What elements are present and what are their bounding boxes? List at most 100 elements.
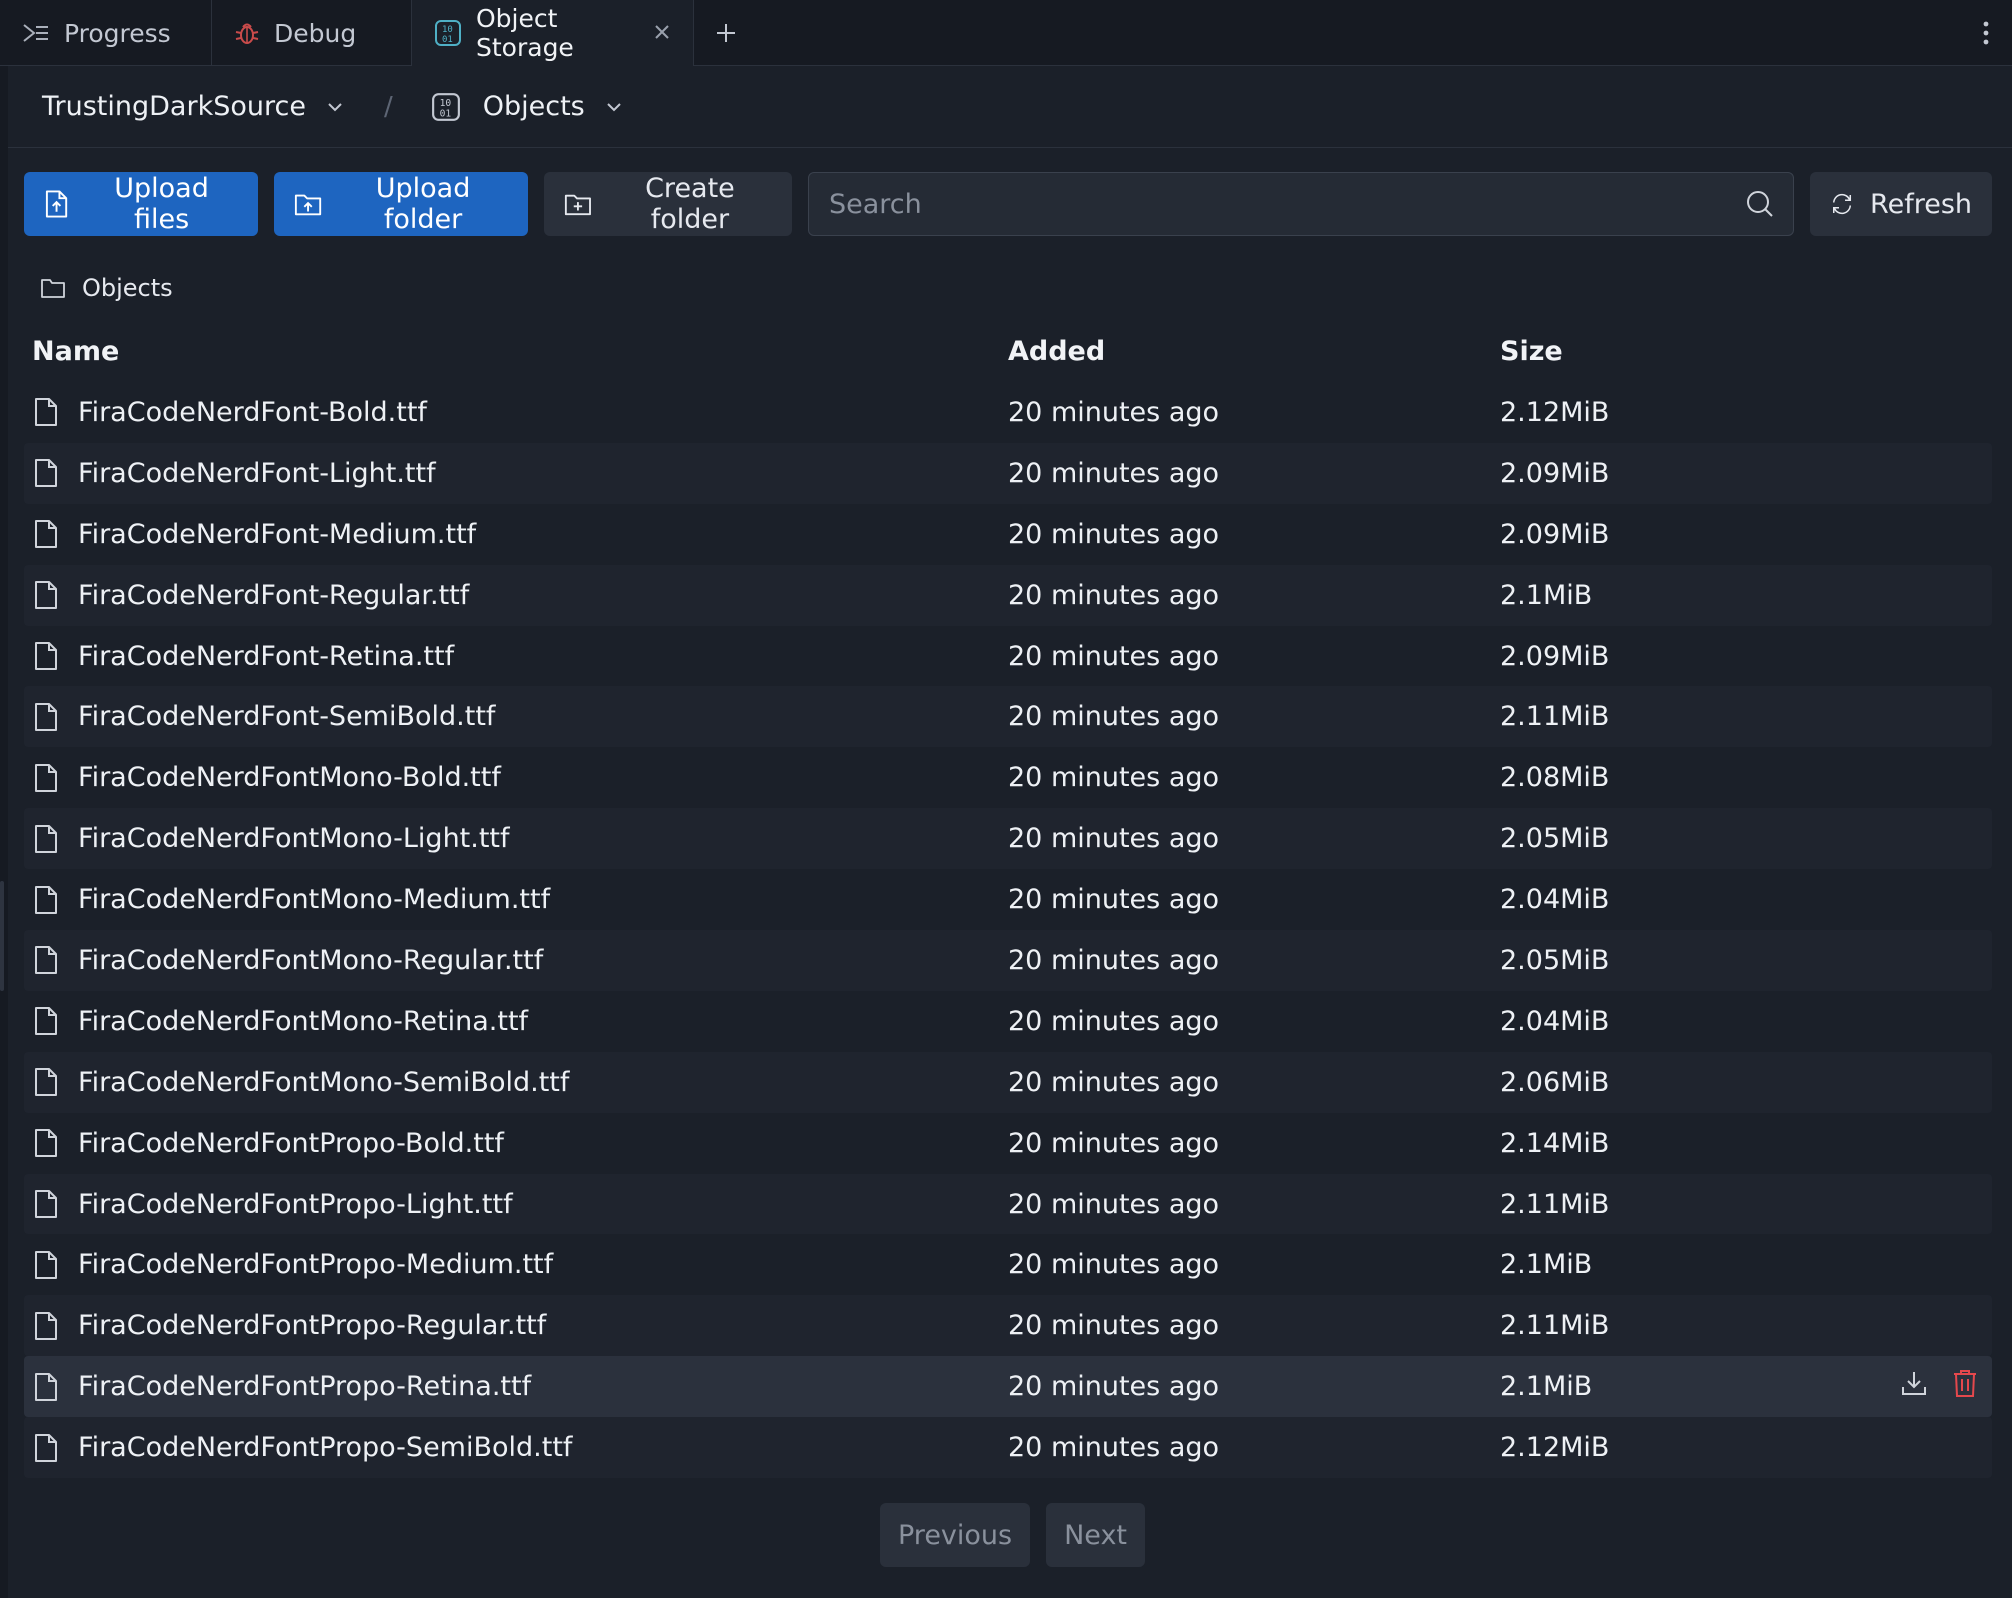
column-header-name[interactable]: Name — [24, 336, 1008, 367]
added-cell: 20 minutes ago — [1008, 518, 1220, 550]
more-menu-button[interactable] — [1960, 0, 2012, 65]
added-cell: 20 minutes ago — [1008, 1371, 1220, 1403]
file-name-cell: FiraCodeNerdFontMono-SemiBold.ttf — [24, 1067, 1008, 1098]
added-cell: 20 minutes ago — [1008, 1249, 1220, 1281]
size-cell: 2.09MiB — [1500, 518, 1610, 550]
table-row[interactable]: FiraCodeNerdFontMono-Retina.ttf 20 minute… — [24, 991, 1992, 1052]
file-upload-icon — [45, 190, 68, 218]
file-name-cell: FiraCodeNerdFont-Regular.ttf — [24, 580, 1008, 611]
file-name-cell: FiraCodeNerdFont-SemiBold.ttf — [24, 701, 1008, 732]
tab-label: Progress — [64, 18, 171, 48]
download-button[interactable] — [1900, 1369, 1928, 1404]
file-icon — [35, 1433, 57, 1462]
file-name-cell: FiraCodeNerdFont-Retina.ttf — [24, 641, 1008, 672]
upload-folder-button[interactable]: Upload folder — [274, 172, 528, 236]
resize-handle[interactable] — [0, 881, 4, 991]
table-row[interactable]: FiraCodeNerdFontMono-Medium.ttf 20 minute… — [24, 869, 1992, 930]
tab-bar: Progress Debug 10 01 Object Storage — [0, 0, 2012, 66]
table-body: FiraCodeNerdFont-Bold.ttf 20 minutes ago 2… — [24, 382, 1992, 1479]
search-icon[interactable] — [1745, 189, 1775, 219]
section-selector[interactable]: 10 01 Objects — [431, 91, 623, 122]
upload-folder-label: Upload folder — [375, 173, 471, 235]
table-row[interactable]: FiraCodeNerdFontPropo-Light.ttf 20 minute… — [24, 1173, 1992, 1235]
folder-plus-icon — [564, 194, 591, 216]
added-cell: 20 minutes ago — [1008, 1432, 1220, 1464]
tab-label: Object Storage — [476, 4, 574, 62]
added-cell: 20 minutes ago — [1008, 1127, 1220, 1159]
create-folder-button[interactable]: Create folder — [544, 172, 792, 236]
file-name: FiraCodeNerdFont-SemiBold.ttf — [78, 701, 496, 733]
file-icon — [35, 398, 57, 427]
file-icon — [35, 824, 57, 853]
tab-object-storage[interactable]: 10 01 Object Storage — [412, 0, 694, 66]
trash-icon[interactable] — [1952, 1368, 1978, 1398]
folder-upload-icon — [294, 194, 322, 216]
file-icon — [35, 642, 57, 670]
search-field[interactable] — [808, 172, 1794, 236]
size-cell: 2.04MiB — [1500, 1005, 1610, 1037]
previous-page-button[interactable]: Previous — [880, 1503, 1031, 1567]
column-header-size[interactable]: Size — [1500, 336, 1860, 367]
file-name-cell: FiraCodeNerdFontMono-Light.ttf — [24, 823, 1008, 854]
column-header-added[interactable]: Added — [1008, 336, 1500, 367]
file-name: FiraCodeNerdFontMono-SemiBold.ttf — [78, 1066, 570, 1098]
file-icon — [35, 702, 57, 731]
svg-text:10: 10 — [439, 97, 451, 108]
table-row[interactable]: FiraCodeNerdFontPropo-Retina.ttf 20 minut… — [24, 1356, 1992, 1418]
file-icon — [35, 1129, 57, 1158]
plus-icon — [717, 23, 735, 42]
added-cell: 20 minutes ago — [1008, 944, 1220, 976]
table-row[interactable]: FiraCodeNerdFontPropo-Regular.ttf 20 minu… — [24, 1295, 1992, 1357]
file-icon — [35, 1311, 57, 1340]
file-name-cell: FiraCodeNerdFontPropo-Regular.ttf — [24, 1310, 1008, 1341]
download-icon[interactable] — [1900, 1369, 1928, 1397]
size-cell: 2.14MiB — [1500, 1127, 1610, 1159]
table-row[interactable]: FiraCodeNerdFontMono-SemiBold.ttf 20 minu… — [24, 1051, 1992, 1113]
added-cell: 20 minutes ago — [1008, 823, 1220, 855]
table-row[interactable]: FiraCodeNerdFont-Medium.ttf 20 minutes ag… — [24, 504, 1992, 565]
next-page-button[interactable]: Next — [1046, 1503, 1146, 1567]
terminal-icon — [23, 24, 48, 42]
table-row[interactable]: FiraCodeNerdFont-Retina.ttf 20 minutes ag… — [24, 626, 1992, 687]
project-selector[interactable]: TrustingDarkSource — [42, 91, 344, 122]
refresh-icon — [1833, 193, 1852, 215]
file-icon — [35, 1372, 57, 1401]
close-icon[interactable] — [653, 20, 671, 46]
table-row[interactable]: FiraCodeNerdFont-Bold.ttf 20 minutes ago 2… — [24, 382, 1992, 443]
search-input[interactable] — [827, 187, 1745, 221]
table-row[interactable]: FiraCodeNerdFontMono-Bold.ttf 20 minutes … — [24, 747, 1992, 808]
file-name: FiraCodeNerdFontPropo-Retina.ttf — [78, 1371, 532, 1403]
create-folder-label: Create folder — [645, 173, 735, 235]
refresh-button[interactable]: Refresh — [1810, 172, 1992, 236]
added-cell: 20 minutes ago — [1008, 762, 1220, 794]
tab-progress[interactable]: Progress — [0, 0, 212, 66]
file-name-cell: FiraCodeNerdFontPropo-Medium.ttf — [24, 1249, 1008, 1280]
added-cell: 20 minutes ago — [1008, 1188, 1220, 1220]
chevron-down-icon — [328, 102, 342, 111]
file-icon — [35, 885, 57, 914]
file-name: FiraCodeNerdFontPropo-Medium.ttf — [78, 1249, 554, 1281]
add-tab-button[interactable] — [694, 0, 758, 65]
delete-button[interactable] — [1952, 1368, 1978, 1405]
folder-icon — [41, 279, 65, 298]
table-row[interactable]: FiraCodeNerdFontPropo-Bold.ttf 20 minutes… — [24, 1113, 1992, 1174]
file-name: FiraCodeNerdFontPropo-Regular.ttf — [78, 1310, 547, 1342]
table-row[interactable]: FiraCodeNerdFont-SemiBold.ttf 20 minutes … — [24, 686, 1992, 748]
pagination: Previous Next — [880, 1503, 1146, 1567]
table-row[interactable]: FiraCodeNerdFont-Light.ttf 20 minutes ago… — [24, 442, 1992, 504]
svg-text:10: 10 — [442, 25, 453, 35]
added-cell: 20 minutes ago — [1008, 579, 1220, 611]
section-name: Objects — [482, 91, 585, 122]
size-cell: 2.11MiB — [1500, 701, 1610, 733]
file-name: FiraCodeNerdFont-Regular.ttf — [78, 579, 470, 611]
upload-files-button[interactable]: Upload files — [24, 172, 258, 236]
table-row[interactable]: FiraCodeNerdFontMono-Light.ttf 20 minutes… — [24, 808, 1992, 870]
table-row[interactable]: FiraCodeNerdFontPropo-Medium.ttf 20 minut… — [24, 1234, 1992, 1295]
table-row[interactable]: FiraCodeNerdFontPropo-SemiBold.ttf 20 min… — [24, 1417, 1992, 1479]
file-icon — [35, 763, 57, 792]
table-row[interactable]: FiraCodeNerdFont-Regular.ttf 20 minutes a… — [24, 564, 1992, 626]
table-row[interactable]: FiraCodeNerdFontMono-Regular.ttf 20 minut… — [24, 930, 1992, 991]
file-name-cell: FiraCodeNerdFontMono-Regular.ttf — [24, 945, 1008, 976]
file-name: FiraCodeNerdFont-Bold.ttf — [78, 396, 427, 428]
tab-debug[interactable]: Debug — [212, 0, 412, 66]
